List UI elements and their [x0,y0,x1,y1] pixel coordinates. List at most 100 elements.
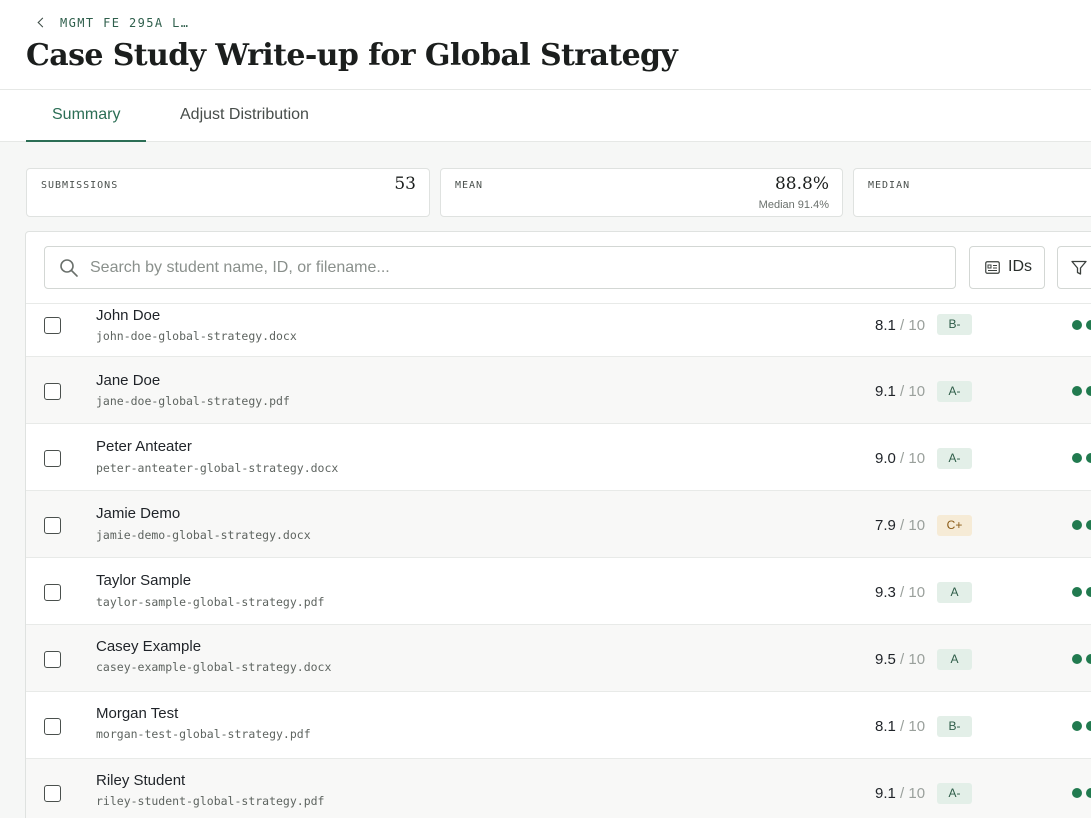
row-checkbox[interactable] [44,584,61,601]
score: 9.0 / 10 [875,450,925,467]
status-dot [1086,320,1091,330]
search-input[interactable]: Search by student name, ID, or filename.… [44,246,956,289]
score-value: 9.3 [875,584,896,601]
status-dot [1086,453,1091,463]
status-dot [1072,587,1082,597]
score: 9.5 / 10 [875,651,925,668]
tab-summary[interactable]: Summary [26,90,147,142]
score-max: / 10 [900,383,926,400]
score-value: 8.1 [875,718,896,735]
status-dot [1086,654,1091,664]
search-icon [60,259,78,277]
row-checkbox[interactable] [44,718,61,735]
score-value: 7.9 [875,517,896,534]
score-value: 9.0 [875,450,896,467]
grade-badge: A- [937,381,972,402]
file-name: morgan-test-global-strategy.pdf [96,727,311,741]
grade-badge: B- [937,314,972,335]
status-dot [1072,654,1082,664]
grade-badge: A- [937,448,972,469]
row-checkbox[interactable] [44,517,61,534]
status-dot [1072,788,1082,798]
student-name: Casey Example [96,638,202,655]
file-name: casey-example-global-strategy.docx [96,660,332,674]
file-name: riley-student-global-strategy.pdf [96,794,325,808]
ids-toggle-button[interactable]: IDs [969,246,1045,289]
score-max: / 10 [900,317,926,334]
table-row[interactable]: Riley Student riley-student-global-strat… [26,758,1091,818]
search-placeholder: Search by student name, ID, or filename.… [90,259,390,276]
status-dot [1086,386,1091,396]
table-row[interactable]: Casey Example casey-example-global-strat… [26,624,1091,691]
file-name: taylor-sample-global-strategy.pdf [96,595,325,609]
breadcrumb-course-link[interactable]: MGMT FE 295A L… [60,16,189,30]
status-dot [1086,788,1091,798]
score-max: / 10 [900,584,926,601]
row-checkbox[interactable] [44,785,61,802]
score-value: 8.1 [875,317,896,334]
student-name: Jamie Demo [96,505,181,522]
page-title: Case Study Write-up for Global Strategy [26,38,678,73]
table-row[interactable]: Taylor Sample taylor-sample-global-strat… [26,557,1091,624]
student-name: John Doe [96,307,161,324]
table-row[interactable]: Jane Doe jane-doe-global-strategy.pdf 9.… [26,356,1091,423]
score-max: / 10 [900,517,926,534]
student-name: Jane Doe [96,372,161,389]
filter-icon [1071,260,1087,275]
student-name: Peter Anteater [96,438,192,455]
tab-bar: Summary Adjust Distribution [0,90,1091,142]
row-checkbox[interactable] [44,651,61,668]
score-value: 9.5 [875,651,896,668]
score-value: 9.1 [875,785,896,802]
row-checkbox[interactable] [44,383,61,400]
stat-label: SUBMISSIONS [41,180,119,191]
table-row[interactable]: Morgan Test morgan-test-global-strategy.… [26,691,1091,758]
score: 8.1 / 10 [875,718,925,735]
file-name: john-doe-global-strategy.docx [96,329,297,343]
student-name: Riley Student [96,772,186,789]
filter-button[interactable] [1057,246,1091,289]
score: 9.1 / 10 [875,785,925,802]
status-dot [1072,386,1082,396]
score-max: / 10 [900,651,926,668]
status-dot [1086,520,1091,530]
table-row[interactable]: Jamie Demo jamie-demo-global-strategy.do… [26,490,1091,557]
stat-label: MEDIAN [868,180,911,191]
grade-badge: C+ [937,515,972,536]
tab-adjust-distribution[interactable]: Adjust Distribution [154,90,335,142]
status-dot [1072,320,1082,330]
score: 8.1 / 10 [875,317,925,334]
score-max: / 10 [900,718,926,735]
score: 9.3 / 10 [875,584,925,601]
score-value: 9.1 [875,383,896,400]
ids-button-label: IDs [1008,258,1032,275]
stat-card-mean: MEAN 88.8% Median 91.4% [440,168,843,217]
row-checkbox[interactable] [44,317,61,334]
stat-subtext: Median 91.4% [758,199,829,211]
main-content: SUBMISSIONS 53 MEAN 88.8% Median 91.4% M… [0,142,1091,818]
stat-value: 88.8% [774,174,829,194]
stat-label: MEAN [455,180,484,191]
page-header: MGMT FE 295A L… Case Study Write-up for … [0,0,1091,90]
grade-badge: A- [937,783,972,804]
status-dot [1072,721,1082,731]
row-checkbox[interactable] [44,450,61,467]
stat-card-submissions: SUBMISSIONS 53 [26,168,430,217]
file-name: jane-doe-global-strategy.pdf [96,394,290,408]
grade-badge: A [937,582,972,603]
score-max: / 10 [900,785,926,802]
table-row[interactable]: John Doe john-doe-global-strategy.docx 8… [26,303,1091,356]
breadcrumb[interactable]: MGMT FE 295A L… [34,15,189,31]
chevron-left-icon[interactable] [34,15,50,31]
submissions-panel: Search by student name, ID, or filename.… [25,231,1091,818]
score-max: / 10 [900,450,926,467]
stat-value: 53 [394,174,416,194]
file-name: jamie-demo-global-strategy.docx [96,528,311,542]
score: 9.1 / 10 [875,383,925,400]
table-row[interactable]: Peter Anteater peter-anteater-global-str… [26,423,1091,490]
grade-badge: A [937,649,972,670]
status-dot [1086,587,1091,597]
student-name: Taylor Sample [96,572,192,589]
score: 7.9 / 10 [875,517,925,534]
student-name: Morgan Test [96,705,179,722]
